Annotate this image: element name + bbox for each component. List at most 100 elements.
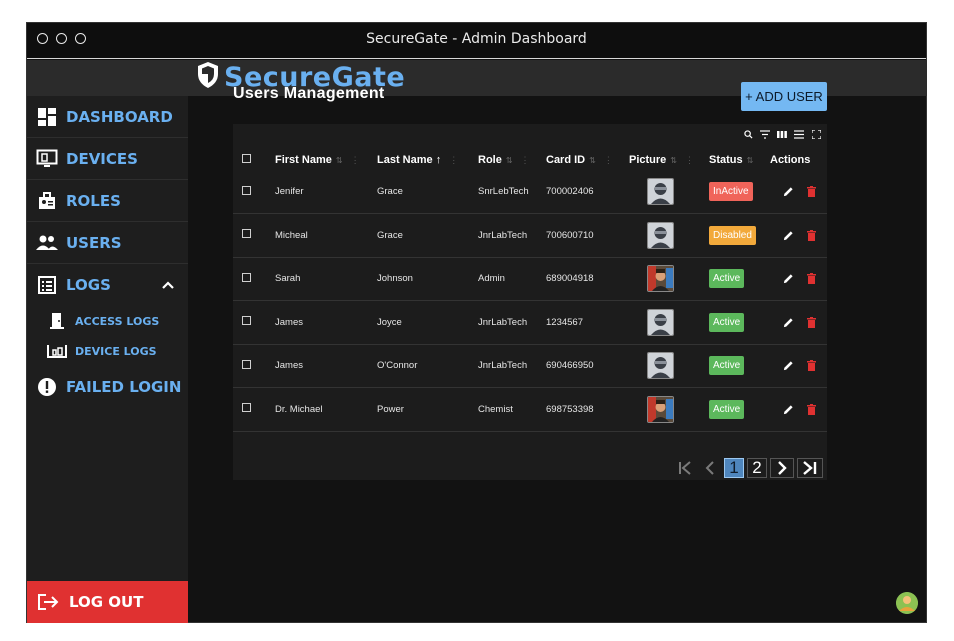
table-row[interactable]: James Joyce JnrLabTech 1234567 Active: [233, 300, 827, 345]
card-id-cell: 700600710: [546, 213, 629, 258]
search-icon[interactable]: [743, 129, 753, 139]
picture-cell: [629, 257, 709, 301]
status-cell: InActive: [709, 170, 770, 214]
delete-icon[interactable]: [807, 273, 816, 285]
sidebar-item-roles[interactable]: ROLES: [27, 180, 188, 222]
sort-icon[interactable]: ⇅: [589, 156, 596, 165]
sort-icon[interactable]: ⇅: [670, 156, 677, 165]
column-header-first-name[interactable]: First Name ⇅ ⋮: [275, 150, 377, 170]
last-name-cell: Grace: [377, 213, 478, 258]
column-menu-icon[interactable]: ⋮: [604, 155, 613, 165]
column-header-card-id[interactable]: Card ID ⇅ ⋮: [546, 150, 629, 170]
prev-page-button[interactable]: [699, 458, 721, 478]
column-menu-icon[interactable]: ⋮: [685, 155, 694, 165]
table-row[interactable]: Sarah Johnson Admin 689004918 Active: [233, 257, 827, 301]
table-row[interactable]: James O'Connor JnrLabTech 690466950 Active: [233, 344, 827, 388]
last-page-button[interactable]: [797, 458, 823, 478]
card-id-cell: 698753398: [546, 387, 629, 432]
sidebar-item-devices[interactable]: DEVICES: [27, 138, 188, 180]
status-cell: Active: [709, 257, 770, 301]
status-badge: Active: [709, 269, 745, 289]
role-cell: JnrLabTech: [478, 344, 546, 388]
delete-icon[interactable]: [807, 229, 816, 241]
role-cell: Admin: [478, 257, 546, 301]
next-page-button[interactable]: [770, 458, 794, 478]
user-avatar: [647, 221, 674, 249]
row-select-cell: [233, 300, 275, 345]
first-name-cell: James: [275, 300, 377, 345]
add-user-button[interactable]: + ADD USER: [741, 82, 827, 111]
page-2-button[interactable]: 2: [747, 458, 767, 478]
sidebar-item-logs[interactable]: LOGS: [27, 264, 188, 306]
edit-icon[interactable]: [783, 186, 794, 197]
edit-icon[interactable]: [783, 273, 794, 284]
table-row[interactable]: Jenifer Grace SnrLebTech 700002406 InActive: [233, 170, 827, 214]
column-header-picture[interactable]: Picture ⇅ ⋮: [629, 150, 709, 170]
table-row[interactable]: Dr. Michael Power Chemist 698753398 Active: [233, 387, 827, 432]
pagination: 1 2: [233, 455, 827, 480]
assistant-avatar-icon[interactable]: [896, 592, 918, 614]
chevron-up-icon[interactable]: [162, 278, 174, 293]
table-row[interactable]: Micheal Grace JnrLabTech 700600710 Disabled: [233, 213, 827, 258]
column-menu-icon[interactable]: ⋮: [521, 155, 530, 165]
column-header-role[interactable]: Role ⇅ ⋮: [478, 150, 546, 170]
last-name-cell: Grace: [377, 170, 478, 214]
column-header-last-name[interactable]: Last Name ↑ ⋮: [377, 150, 478, 170]
first-name-cell: Jenifer: [275, 170, 377, 214]
edit-icon[interactable]: [783, 230, 794, 241]
actions-cell: [770, 344, 827, 388]
sidebar-subitem-label: DEVICE LOGS: [75, 344, 157, 358]
edit-icon[interactable]: [783, 404, 794, 415]
row-checkbox[interactable]: [242, 229, 251, 239]
filter-icon[interactable]: [760, 129, 770, 139]
first-page-button[interactable]: [674, 458, 696, 478]
sidebar-item-failed-login[interactable]: FAILED LOGIN: [27, 366, 188, 408]
sort-icon[interactable]: ⇅: [336, 156, 343, 165]
last-name-cell: O'Connor: [377, 344, 478, 388]
row-checkbox[interactable]: [242, 185, 251, 195]
logout-button[interactable]: LOG OUT: [27, 581, 188, 623]
actions-cell: [770, 213, 827, 258]
sort-icon[interactable]: ⇅: [747, 156, 754, 165]
sidebar-subitem-device-logs[interactable]: DEVICE LOGS: [27, 336, 188, 366]
delete-icon[interactable]: [807, 186, 816, 197]
row-checkbox[interactable]: [242, 272, 251, 282]
alert-icon: [36, 376, 58, 398]
density-icon[interactable]: [794, 129, 804, 139]
role-cell: JnrLabTech: [478, 300, 546, 345]
sidebar-item-label: LOGS: [66, 276, 111, 294]
row-checkbox[interactable]: [242, 359, 251, 369]
fullscreen-icon[interactable]: [811, 129, 821, 139]
columns-icon[interactable]: [777, 129, 787, 139]
row-checkbox[interactable]: [242, 316, 251, 326]
row-checkbox[interactable]: [242, 403, 251, 413]
monitor-icon: [47, 342, 67, 360]
sidebar-item-label: FAILED LOGIN: [66, 378, 182, 396]
delete-icon[interactable]: [807, 316, 816, 328]
sidebar-item-label: DASHBOARD: [66, 107, 173, 126]
edit-icon[interactable]: [783, 360, 794, 371]
sort-icon[interactable]: ⇅: [506, 156, 513, 165]
delete-icon[interactable]: [807, 360, 816, 372]
sidebar-subitem-access-logs[interactable]: ACCESS LOGS: [27, 306, 188, 336]
dashboard-icon: [36, 106, 58, 128]
status-badge: Disabled: [709, 225, 756, 245]
shield-icon: [196, 61, 220, 93]
sidebar-item-label: USERS: [66, 233, 122, 252]
role-cell: Chemist: [478, 387, 546, 432]
window-title: SecureGate - Admin Dashboard: [366, 31, 587, 47]
select-all-checkbox[interactable]: [242, 154, 251, 163]
first-name-cell: Sarah: [275, 257, 377, 301]
first-name-cell: James: [275, 344, 377, 388]
logout-icon: [37, 593, 61, 611]
sidebar-item-dashboard[interactable]: DASHBOARD: [27, 96, 188, 138]
column-header-status[interactable]: Status ⇅: [709, 150, 770, 170]
column-menu-icon[interactable]: ⋮: [351, 155, 360, 165]
delete-icon[interactable]: [807, 403, 816, 415]
page-title: Users Management: [233, 85, 385, 102]
sidebar-item-users[interactable]: USERS: [27, 222, 188, 264]
page-1-button[interactable]: 1: [724, 458, 744, 478]
edit-icon[interactable]: [783, 317, 794, 328]
column-menu-icon[interactable]: ⋮: [449, 155, 458, 165]
user-avatar: [647, 352, 674, 380]
